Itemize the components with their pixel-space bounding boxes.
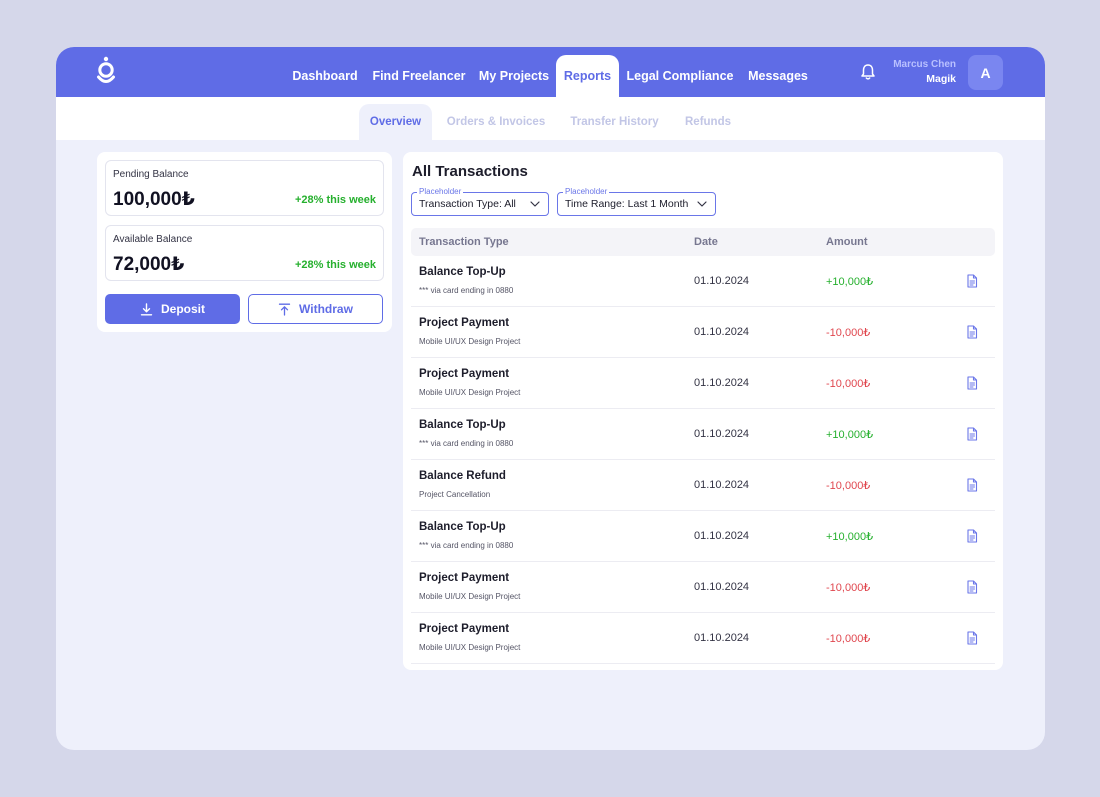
transaction-date: 01.10.2024 — [694, 377, 750, 389]
upload-icon — [278, 303, 291, 316]
user-name: Marcus Chen — [893, 59, 956, 70]
tab-overview[interactable]: Overview — [359, 104, 432, 140]
table-row[interactable]: Project Payment Mobile UI/UX Design Proje… — [411, 562, 995, 613]
column-date: Date — [694, 236, 718, 248]
transaction-title: Balance Top-Up — [419, 521, 506, 533]
nav-legal-compliance[interactable]: Legal Compliance — [624, 55, 736, 97]
avatar[interactable]: A — [968, 55, 1003, 90]
transaction-title: Balance Top-Up — [419, 266, 506, 278]
document-icon[interactable] — [966, 325, 978, 339]
transaction-subtitle: Mobile UI/UX Design Project — [419, 337, 521, 346]
transaction-amount: -10,000₺ — [826, 582, 871, 594]
download-icon — [140, 302, 153, 315]
document-icon[interactable] — [966, 529, 978, 543]
nav-my-projects[interactable]: My Projects — [476, 55, 552, 97]
transaction-subtitle: *** via card ending in 0880 — [419, 541, 514, 550]
chevron-down-icon — [697, 201, 707, 207]
withdraw-button[interactable]: Withdraw — [248, 294, 383, 324]
app-window: Dashboard Find Freelancer My Projects Re… — [56, 47, 1045, 750]
logo-icon[interactable] — [95, 56, 117, 88]
transaction-title: Project Payment — [419, 572, 510, 584]
transaction-subtitle: Project Cancellation — [419, 490, 491, 499]
transaction-date: 01.10.2024 — [694, 530, 750, 542]
available-balance-card: Available Balance 72,000₺ +28% this week — [105, 225, 384, 281]
transaction-amount: +10,000₺ — [826, 531, 874, 543]
nav-messages[interactable]: Messages — [744, 55, 812, 97]
transaction-title: Balance Top-Up — [419, 419, 506, 431]
transactions-title: All Transactions — [412, 163, 528, 180]
available-balance-change: +28% this week — [294, 259, 376, 271]
document-icon[interactable] — [966, 376, 978, 390]
user-company: Magik — [926, 73, 956, 85]
transactions-panel: All Transactions Placeholder Transaction… — [403, 152, 1003, 670]
table-row[interactable]: Balance Top-Up *** via card ending in 088… — [411, 511, 995, 562]
transaction-date: 01.10.2024 — [694, 428, 750, 440]
filter-placeholder: Placeholder — [563, 186, 610, 198]
column-amount: Amount — [826, 236, 868, 248]
sub-tabs-bar: Overview Orders & Invoices Transfer Hist… — [56, 97, 1045, 140]
pending-balance-value: 100,000₺ — [113, 189, 195, 210]
transaction-type-filter[interactable]: Placeholder Transaction Type: All — [411, 186, 549, 216]
filter-value: Transaction Type: All — [419, 198, 516, 210]
transaction-amount: -10,000₺ — [826, 480, 871, 492]
pending-balance-card: Pending Balance 100,000₺ +28% this week — [105, 160, 384, 216]
transaction-amount: +10,000₺ — [826, 276, 874, 288]
transaction-subtitle: *** via card ending in 0880 — [419, 286, 514, 295]
transaction-date: 01.10.2024 — [694, 326, 750, 338]
tab-refunds[interactable]: Refunds — [678, 104, 738, 140]
available-balance-label: Available Balance — [113, 234, 193, 245]
transaction-title: Project Payment — [419, 623, 510, 635]
table-row[interactable]: Project Payment Mobile UI/UX Design Proje… — [411, 358, 995, 409]
tab-transfer-history[interactable]: Transfer History — [563, 104, 666, 140]
table-row[interactable]: Project Payment Mobile UI/UX Design Proje… — [411, 613, 995, 664]
table-row[interactable]: Project Payment Mobile UI/UX Design Proje… — [411, 307, 995, 358]
document-icon[interactable] — [966, 478, 978, 492]
filter-placeholder: Placeholder — [417, 186, 464, 198]
document-icon[interactable] — [966, 580, 978, 594]
transaction-date: 01.10.2024 — [694, 581, 750, 593]
table-row[interactable]: Balance Top-Up *** via card ending in 088… — [411, 409, 995, 460]
transaction-title: Balance Refund — [419, 470, 506, 482]
transaction-amount: -10,000₺ — [826, 378, 871, 390]
transaction-subtitle: Mobile UI/UX Design Project — [419, 388, 521, 397]
deposit-label: Deposit — [160, 302, 205, 316]
available-balance-value: 72,000₺ — [113, 254, 185, 275]
nav-reports[interactable]: Reports — [556, 55, 619, 97]
transaction-subtitle: Mobile UI/UX Design Project — [419, 592, 521, 601]
document-icon[interactable] — [966, 427, 978, 441]
top-navigation-bar: Dashboard Find Freelancer My Projects Re… — [56, 47, 1045, 97]
transaction-title: Project Payment — [419, 317, 510, 329]
transaction-amount: +10,000₺ — [826, 429, 874, 441]
balance-panel: Pending Balance 100,000₺ +28% this week … — [97, 152, 392, 332]
document-icon[interactable] — [966, 631, 978, 645]
nav-dashboard[interactable]: Dashboard — [287, 55, 363, 97]
transaction-amount: -10,000₺ — [826, 327, 871, 339]
pending-balance-label: Pending Balance — [113, 169, 189, 180]
withdraw-label: Withdraw — [299, 302, 353, 316]
transaction-amount: -10,000₺ — [826, 633, 871, 645]
transaction-subtitle: Mobile UI/UX Design Project — [419, 643, 521, 652]
pending-balance-change: +28% this week — [294, 194, 376, 206]
transaction-date: 01.10.2024 — [694, 275, 750, 287]
transaction-subtitle: *** via card ending in 0880 — [419, 439, 514, 448]
column-transaction-type: Transaction Type — [419, 236, 509, 248]
deposit-button[interactable]: Deposit — [105, 294, 240, 324]
bell-icon[interactable] — [860, 63, 876, 81]
transaction-date: 01.10.2024 — [694, 479, 750, 491]
transaction-title: Project Payment — [419, 368, 510, 380]
table-header: Transaction Type Date Amount — [411, 228, 995, 256]
filter-value: Time Range: Last 1 Month — [565, 198, 689, 210]
time-range-filter[interactable]: Placeholder Time Range: Last 1 Month — [557, 186, 716, 216]
tab-orders-invoices[interactable]: Orders & Invoices — [441, 104, 551, 140]
nav-find-freelancer[interactable]: Find Freelancer — [372, 55, 465, 97]
chevron-down-icon — [530, 201, 540, 207]
document-icon[interactable] — [966, 274, 978, 288]
transaction-date: 01.10.2024 — [694, 632, 750, 644]
table-row[interactable]: Balance Refund Project Cancellation 01.10.… — [411, 460, 995, 511]
table-row[interactable]: Balance Top-Up *** via card ending in 088… — [411, 256, 995, 307]
